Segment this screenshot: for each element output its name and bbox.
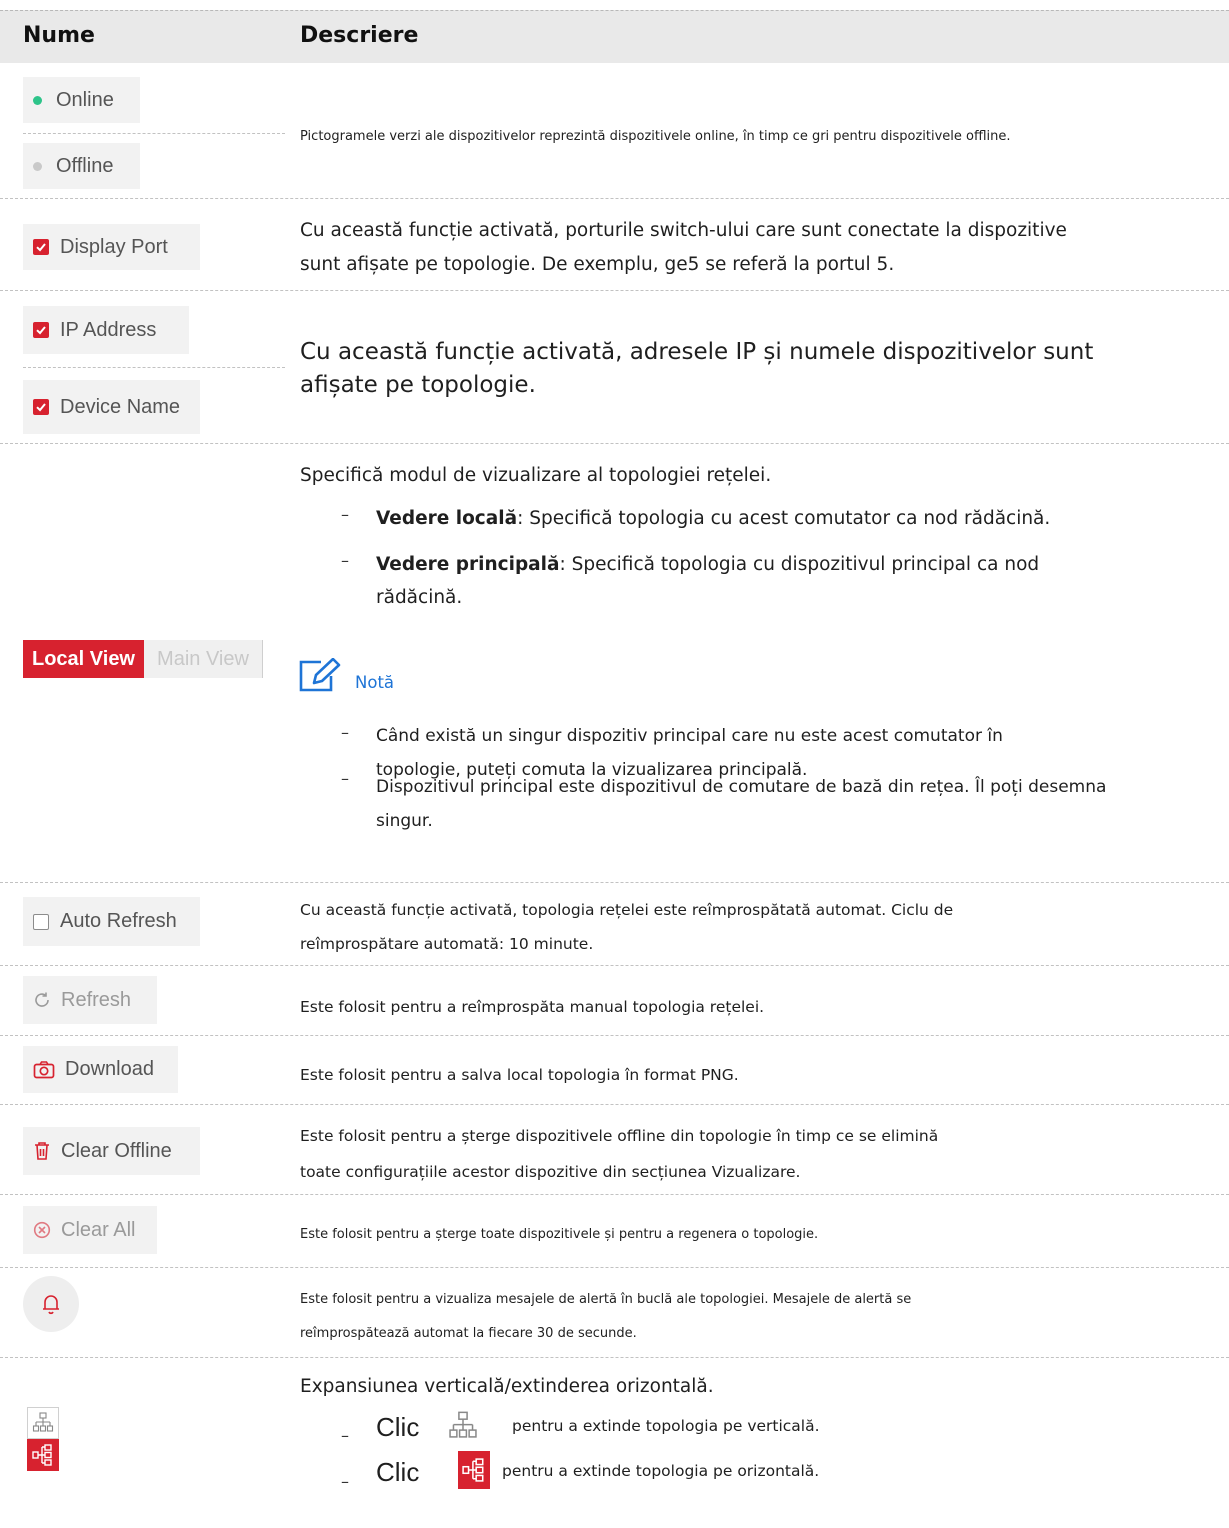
alert-button[interactable] bbox=[23, 1276, 79, 1332]
clic-text: Clic bbox=[376, 1412, 420, 1442]
horizontal-tree-icon bbox=[458, 1451, 490, 1489]
view-mode-toggle: Local View Main View bbox=[23, 640, 263, 678]
checkbox-unchecked-icon bbox=[33, 913, 49, 930]
ip-address-label: IP Address bbox=[60, 318, 157, 341]
download-desc: Este folosit pentru a salva local topolo… bbox=[300, 1066, 739, 1084]
view-bullet-main-line2: rădăcină. bbox=[376, 587, 463, 608]
offline-dot-icon bbox=[33, 161, 42, 171]
refresh-desc: Este folosit pentru a reîmprospăta manua… bbox=[300, 998, 765, 1016]
expand-vertical-text: pentru a extinde topologia pe verticală. bbox=[512, 1417, 820, 1435]
expand-intro: Expansiunea verticală/extinderea orizont… bbox=[300, 1376, 714, 1397]
row-divider bbox=[0, 1357, 1229, 1358]
header-description: Descriere bbox=[300, 23, 419, 48]
row-divider bbox=[0, 1194, 1229, 1195]
trash-icon bbox=[33, 1141, 51, 1161]
row-divider bbox=[0, 965, 1229, 966]
display-port-checkbox[interactable]: Display Port bbox=[23, 224, 200, 270]
display-port-desc-line1: Cu această funcție activată, porturile s… bbox=[300, 220, 1067, 241]
row-divider bbox=[0, 198, 1229, 199]
view-bullet-main: Vedere principală: Specifică topologia c… bbox=[376, 554, 1040, 575]
auto-refresh-desc-line2: reîmprospătare automată: 10 minute. bbox=[300, 935, 594, 953]
offline-text: Offline bbox=[56, 154, 114, 177]
row-inner-divider bbox=[23, 367, 285, 368]
ip-name-desc-line1: Cu această funcție activată, adresele IP… bbox=[300, 339, 1094, 365]
header-name: Nume bbox=[23, 23, 95, 48]
note-icon bbox=[299, 657, 355, 692]
display-port-desc-line2: sunt afișate pe topologie. De exemplu, g… bbox=[300, 254, 895, 275]
note-bullet-1-line1: Când există un singur dispozitiv princip… bbox=[376, 726, 1003, 746]
main-view-button[interactable]: Main View bbox=[144, 640, 263, 678]
clear-all-desc: Este folosit pentru a șterge toate dispo… bbox=[300, 1227, 819, 1242]
clear-all-button[interactable]: Clear All bbox=[23, 1206, 157, 1254]
bullet-dash: – bbox=[341, 723, 349, 742]
view-intro: Specifică modul de vizualizare al topolo… bbox=[300, 465, 772, 486]
note-title: Notă bbox=[355, 673, 395, 692]
download-label: Download bbox=[65, 1058, 154, 1080]
horizontal-expand-button[interactable] bbox=[27, 1439, 59, 1471]
row-divider bbox=[0, 290, 1229, 291]
clear-offline-desc-line2: toate configurațiile acestor dispozitive… bbox=[300, 1163, 801, 1181]
online-text: Online bbox=[56, 88, 114, 111]
auto-refresh-checkbox[interactable]: Auto Refresh bbox=[23, 897, 200, 946]
row-divider bbox=[0, 1104, 1229, 1105]
ip-name-desc-line2: afișate pe topologie. bbox=[300, 372, 536, 398]
auto-refresh-label: Auto Refresh bbox=[60, 910, 177, 932]
clic-text: Clic bbox=[376, 1457, 420, 1487]
expand-horizontal-text: pentru a extinde topologia pe orizontală… bbox=[502, 1462, 820, 1480]
camera-icon bbox=[33, 1060, 55, 1079]
auto-refresh-desc-line1: Cu această funcție activată, topologia r… bbox=[300, 901, 954, 919]
clear-offline-label: Clear Offline bbox=[61, 1139, 172, 1162]
row-divider bbox=[0, 882, 1229, 883]
bullet-dash: – bbox=[341, 1426, 349, 1445]
alert-desc-line1: Este folosit pentru a vizualiza mesajele… bbox=[300, 1292, 912, 1307]
view-bullet-local: Vedere locală: Specifică topologia cu ac… bbox=[376, 508, 1051, 529]
clear-offline-desc-line1: Este folosit pentru a șterge dispozitive… bbox=[300, 1127, 939, 1145]
bullet-dash: – bbox=[341, 505, 349, 524]
online-dot-icon bbox=[33, 95, 42, 105]
display-port-label: Display Port bbox=[60, 235, 168, 258]
clear-all-label: Clear All bbox=[61, 1218, 136, 1241]
download-button[interactable]: Download bbox=[23, 1046, 178, 1093]
bullet-dash: – bbox=[341, 1472, 349, 1491]
device-name-checkbox[interactable]: Device Name bbox=[23, 380, 200, 434]
checkbox-checked-icon bbox=[33, 322, 49, 338]
alert-desc-line2: reîmprospătează automat la fiecare 30 de… bbox=[300, 1326, 637, 1341]
refresh-button[interactable]: Refresh bbox=[23, 976, 157, 1024]
status-description: Pictogramele verzi ale dispozitivelor re… bbox=[300, 129, 1011, 144]
online-status-label: Online bbox=[23, 77, 140, 123]
row-divider bbox=[0, 1267, 1229, 1268]
clear-all-icon bbox=[33, 1221, 51, 1239]
device-name-label: Device Name bbox=[60, 395, 181, 418]
bullet-dash: – bbox=[341, 551, 349, 570]
vertical-tree-icon bbox=[32, 1412, 54, 1434]
clear-offline-button[interactable]: Clear Offline bbox=[23, 1127, 200, 1175]
row-divider bbox=[0, 443, 1229, 444]
note-bullet-2-line1: Dispozitivul principal este dispozitivul… bbox=[376, 777, 1107, 797]
checkbox-checked-icon bbox=[33, 239, 49, 255]
horizontal-tree-icon bbox=[32, 1444, 54, 1466]
bullet-dash: – bbox=[341, 769, 349, 788]
refresh-icon bbox=[33, 991, 51, 1009]
refresh-label: Refresh bbox=[61, 988, 132, 1011]
row-divider bbox=[0, 1035, 1229, 1036]
vertical-expand-button[interactable] bbox=[27, 1407, 59, 1439]
row-inner-divider bbox=[23, 133, 285, 134]
local-view-button[interactable]: Local View bbox=[23, 640, 144, 678]
table-header: Nume Descriere bbox=[0, 10, 1229, 63]
ip-address-checkbox[interactable]: IP Address bbox=[23, 306, 189, 354]
offline-status-label: Offline bbox=[23, 143, 140, 189]
vertical-tree-icon bbox=[448, 1411, 478, 1445]
note-bullet-2-line2: singur. bbox=[376, 811, 433, 831]
bell-icon bbox=[41, 1293, 61, 1315]
checkbox-checked-icon bbox=[33, 399, 49, 415]
